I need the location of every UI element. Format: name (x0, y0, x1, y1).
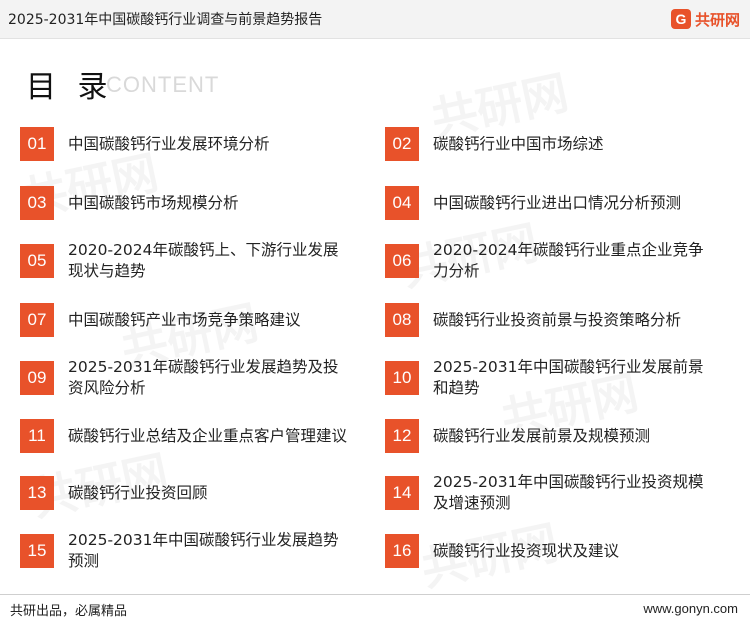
toc-item-label: 碳酸钙行业中国市场综述 (433, 134, 604, 153)
toc-item-number: 02 (385, 127, 419, 161)
toc-item-number: 01 (20, 127, 54, 161)
toc-item-label: 2025-2031年中国碳酸钙行业发展前景和趋势 (433, 358, 704, 397)
toc-item: 01 中国碳酸钙行业发展环境分析 (20, 121, 350, 167)
footer-divider (0, 594, 750, 595)
footer-slogan: 共研出品，必属精品 (10, 604, 128, 619)
toc-item: 08 碳酸钙行业投资前景与投资策略分析 (385, 297, 715, 343)
toc-item-number: 06 (385, 244, 419, 278)
toc-item-label: 2025-2031年中国碳酸钙行业投资规模及增速预测 (433, 473, 704, 512)
toc-item-label: 2020-2024年碳酸钙行业重点企业竞争力分析 (433, 241, 704, 280)
toc-item: 06 2020-2024年碳酸钙行业重点企业竞争力分析 (385, 238, 715, 284)
toc-item: 10 2025-2031年中国碳酸钙行业发展前景和趋势 (385, 355, 715, 401)
toc-item-number: 05 (20, 244, 54, 278)
toc-item-label: 中国碳酸钙行业发展环境分析 (68, 134, 270, 153)
toc-item-label: 2025-2031年中国碳酸钙行业发展趋势预测 (68, 531, 339, 570)
toc-item-label: 碳酸钙行业发展前景及规模预测 (433, 426, 651, 445)
toc-item-number: 09 (20, 361, 54, 395)
toc-item-label: 碳酸钙行业投资前景与投资策略分析 (433, 310, 682, 329)
toc-item-number: 14 (385, 476, 419, 510)
toc-item: 16 碳酸钙行业投资现状及建议 (385, 528, 715, 574)
toc-item: 14 2025-2031年中国碳酸钙行业投资规模及增速预测 (385, 470, 715, 516)
toc-item: 09 2025-2031年碳酸钙行业发展趋势及投资风险分析 (20, 355, 350, 401)
toc-item-label: 碳酸钙行业总结及企业重点客户管理建议 (68, 426, 348, 445)
toc-item-label: 碳酸钙行业投资回顾 (68, 483, 208, 502)
toc-item: 04 中国碳酸钙行业进出口情况分析预测 (385, 180, 715, 226)
toc-item-label: 碳酸钙行业投资现状及建议 (433, 541, 620, 560)
toc-item: 12 碳酸钙行业发展前景及规模预测 (385, 413, 715, 459)
toc-item-number: 08 (385, 303, 419, 337)
toc-item-label: 2020-2024年碳酸钙上、下游行业发展现状与趋势 (68, 241, 339, 280)
toc-item-number: 10 (385, 361, 419, 395)
toc-item-label: 中国碳酸钙产业市场竞争策略建议 (68, 310, 301, 329)
report-title: 2025-2031年中国碳酸钙行业调查与前景趋势报告 (8, 12, 323, 28)
toc-item: 03 中国碳酸钙市场规模分析 (20, 180, 350, 226)
toc-item-number: 15 (20, 534, 54, 568)
page-header: 2025-2031年中国碳酸钙行业调查与前景趋势报告 G 共研网 (0, 0, 750, 39)
logo-icon: G (670, 9, 691, 29)
toc-item-number: 12 (385, 419, 419, 453)
brand-logo: G 共研网 (670, 7, 740, 31)
toc-item: 05 2020-2024年碳酸钙上、下游行业发展现状与趋势 (20, 238, 350, 284)
toc-title: 目 录 (26, 70, 114, 105)
logo-text: 共研网 (694, 10, 740, 29)
toc-item-number: 16 (385, 534, 419, 568)
toc-item-label: 中国碳酸钙市场规模分析 (68, 193, 239, 212)
toc-item-label: 中国碳酸钙行业进出口情况分析预测 (433, 193, 682, 212)
toc-item-number: 11 (20, 419, 54, 453)
toc-item: 07 中国碳酸钙产业市场竞争策略建议 (20, 297, 350, 343)
toc-item: 11 碳酸钙行业总结及企业重点客户管理建议 (20, 413, 350, 459)
toc-item: 13 碳酸钙行业投资回顾 (20, 470, 350, 516)
toc-item: 02 碳酸钙行业中国市场综述 (385, 121, 715, 167)
toc-item-label: 2025-2031年碳酸钙行业发展趋势及投资风险分析 (68, 358, 339, 397)
toc-item-number: 07 (20, 303, 54, 337)
toc-item-number: 03 (20, 186, 54, 220)
toc-item: 15 2025-2031年中国碳酸钙行业发展趋势预测 (20, 528, 350, 574)
toc-subtitle: CONTENT (106, 72, 220, 97)
toc-item-number: 13 (20, 476, 54, 510)
footer-url: www.gonyn.com (643, 601, 738, 616)
toc-item-number: 04 (385, 186, 419, 220)
